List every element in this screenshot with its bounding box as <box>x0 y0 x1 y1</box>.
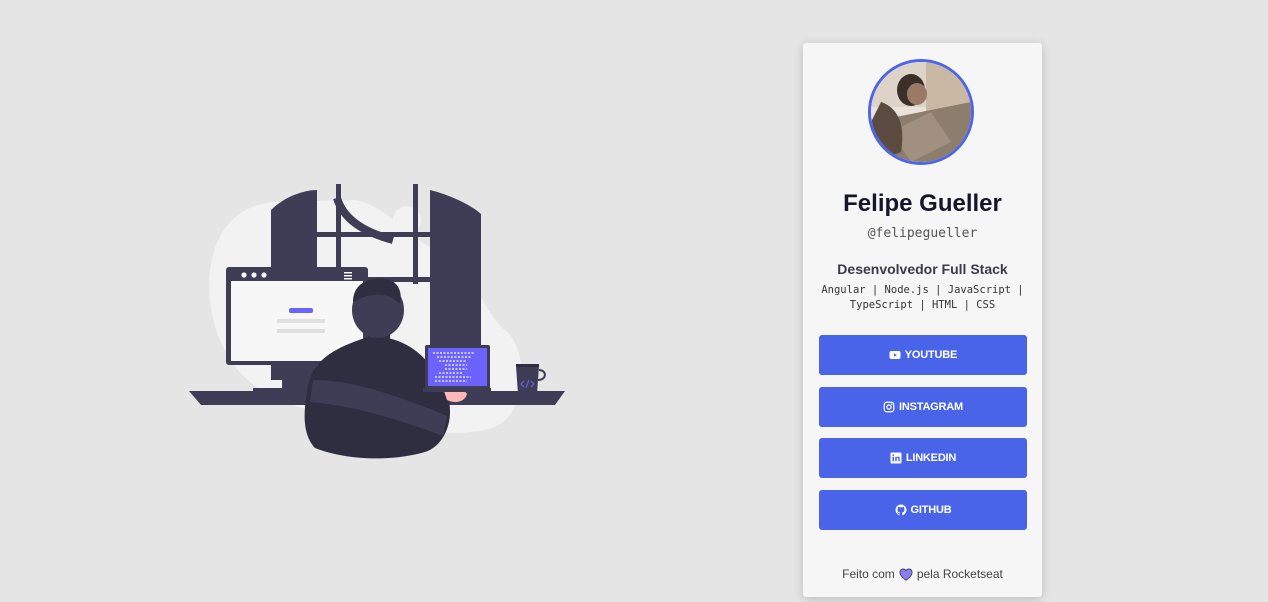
linkedin-label: LINKEDIN <box>905 452 957 464</box>
linkedin-button[interactable]: LINKEDIN <box>819 438 1027 478</box>
instagram-icon <box>883 401 895 413</box>
instagram-label: INSTAGRAM <box>899 401 963 413</box>
instagram-button[interactable]: INSTAGRAM <box>819 387 1027 427</box>
heart-icon <box>899 568 913 581</box>
profile-card: Felipe Gueller @felipegueller Desenvolve… <box>803 43 1042 597</box>
github-label: GITHUB <box>910 504 952 516</box>
footer-text-after: pela Rocketseat <box>916 567 1003 581</box>
linkedin-icon <box>890 452 902 464</box>
profile-role: Desenvolvedor Full Stack <box>837 261 1008 277</box>
youtube-label: YOUTUBE <box>904 349 958 361</box>
profile-name: Felipe Gueller <box>843 190 1002 217</box>
youtube-icon <box>889 349 901 361</box>
footer: Feito com pela Rocketseat <box>803 567 1042 581</box>
github-icon <box>895 504 907 516</box>
profile-techs: Angular | Node.js | JavaScript | TypeScr… <box>821 284 1024 311</box>
profile-username: @felipegueller <box>867 226 978 241</box>
footer-text-before: Feito com <box>842 567 895 581</box>
github-button[interactable]: GITHUB <box>819 490 1027 530</box>
developer-illustration <box>185 180 570 465</box>
youtube-button[interactable]: YOUTUBE <box>819 335 1027 375</box>
avatar <box>868 59 974 165</box>
